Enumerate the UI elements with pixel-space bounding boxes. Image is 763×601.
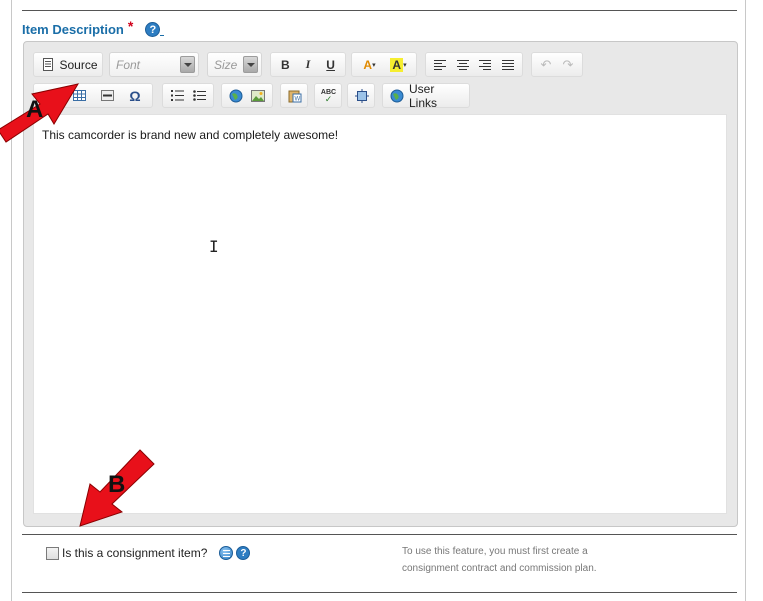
middle-divider — [22, 534, 737, 535]
text-color-button[interactable]: A ▾ — [359, 54, 380, 75]
user-links-label: User Links — [409, 81, 438, 110]
source-doc-icon — [37, 54, 58, 75]
top-divider — [22, 10, 737, 11]
font-dropdown-arrow-icon[interactable] — [180, 56, 195, 73]
italic-button[interactable]: I — [297, 54, 318, 75]
consignment-note-line2: consignment contract and commission plan… — [402, 563, 597, 574]
bottom-divider — [22, 592, 737, 593]
text-cursor-ibeam-icon: I — [209, 237, 219, 256]
source-button[interactable]: Source — [33, 52, 103, 77]
user-links-globe-icon — [386, 85, 407, 106]
consignment-checkbox[interactable] — [46, 546, 59, 560]
background-color-icon: A — [390, 57, 404, 72]
font-select-placeholder: Font — [116, 57, 141, 72]
special-char-omega-icon[interactable]: Ω — [125, 85, 146, 106]
paste-from-word-icon: W — [284, 85, 305, 106]
paste-word-button[interactable]: W — [280, 83, 308, 108]
consignment-row: Is this a consignment item? ? — [46, 546, 251, 560]
item-description-label-row: Item Description * ? — [22, 18, 165, 37]
lists-group — [162, 83, 214, 108]
annotation-label-a: A — [26, 96, 44, 123]
font-select[interactable]: Font — [109, 52, 199, 77]
size-select-placeholder: Size — [214, 57, 238, 72]
size-select[interactable]: Size — [207, 52, 262, 77]
consignment-note-line1: To use this feature, you must first crea… — [402, 546, 588, 557]
undo-icon[interactable]: ↶ — [536, 54, 557, 75]
bulleted-list-icon[interactable] — [189, 85, 210, 106]
numbered-list-icon[interactable] — [167, 85, 188, 106]
link-globe-icon[interactable] — [226, 85, 247, 106]
consignment-label: Is this a consignment item? — [62, 546, 208, 560]
info-list-icon[interactable] — [219, 546, 234, 560]
maximize-icon — [351, 85, 372, 106]
required-marker: * — [127, 18, 134, 34]
image-icon[interactable] — [248, 85, 269, 106]
help-icon[interactable]: ? — [145, 21, 161, 37]
maximize-button[interactable] — [347, 83, 375, 108]
svg-text:W: W — [294, 96, 300, 102]
align-left-icon[interactable] — [430, 54, 451, 75]
link-image-group — [221, 83, 273, 108]
consignment-note: To use this feature, you must first crea… — [402, 543, 642, 577]
align-center-icon[interactable] — [452, 54, 473, 75]
text-color-icon: A — [363, 57, 373, 72]
redo-icon[interactable]: ↷ — [558, 54, 579, 75]
bold-button[interactable]: B — [275, 54, 296, 75]
alignment-group — [425, 52, 523, 77]
annotation-label-b: B — [108, 471, 126, 498]
colors-group: A ▾ A ▾ — [351, 52, 417, 77]
spellcheck-button[interactable]: ABC ✓ — [314, 83, 342, 108]
help-underline — [160, 34, 165, 36]
item-description-label: Item Description — [22, 21, 124, 37]
underline-button[interactable]: U — [320, 54, 341, 75]
user-links-button[interactable]: User Links — [382, 81, 470, 110]
horizontal-rule-icon[interactable] — [97, 85, 118, 106]
background-color-button[interactable]: A ▾ — [388, 54, 409, 75]
frame-right-border — [745, 0, 746, 601]
annotation-arrow-a-icon — [0, 83, 80, 143]
size-dropdown-arrow-icon[interactable] — [243, 56, 258, 73]
spellcheck-icon: ABC ✓ — [320, 88, 337, 104]
basic-styles-group: B I U — [270, 52, 346, 77]
justify-icon[interactable] — [497, 54, 518, 75]
consignment-help-icon[interactable]: ? — [236, 546, 251, 560]
source-label: Source — [59, 57, 98, 72]
align-right-icon[interactable] — [475, 54, 496, 75]
undo-redo-group: ↶ ↷ — [531, 52, 583, 77]
